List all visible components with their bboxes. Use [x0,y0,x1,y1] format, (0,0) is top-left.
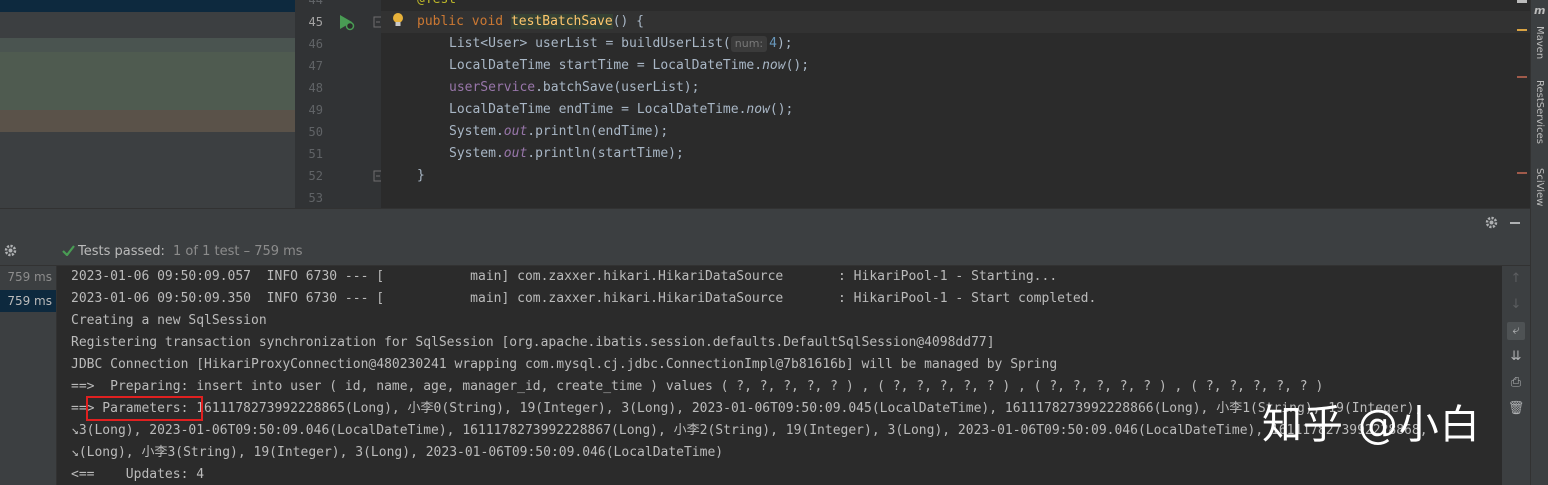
code-text: (); [769,102,794,117]
gear-icon[interactable] [1484,215,1499,230]
rest-services-tab[interactable]: RestServices [1534,80,1545,144]
code-line: } [417,168,425,183]
code-text: System. [449,124,504,139]
settings-gear-icon[interactable] [3,243,18,258]
line-number: 52 [308,169,323,183]
console-output[interactable]: 2023-01-06 09:50:09.057 INFO 6730 --- [ … [56,266,1502,485]
lightbulb-icon[interactable] [391,12,405,30]
line-number: 48 [308,81,323,95]
panel-row [0,132,295,208]
console-line: Creating a new SqlSession [71,313,267,328]
keyword: void [471,14,504,29]
checkmark-icon [62,245,75,256]
code-line: LocalDateTime endTime = LocalDateTime.no… [449,99,793,121]
run-panel-header [0,208,1530,236]
highlight-box [86,396,203,421]
number-literal: 4 [769,36,777,51]
editor-gutter: 44 45 46 47 48 49 50 51 52 53 [295,0,383,208]
parameter-hint: num: [730,36,768,52]
code-text: List<User> userList = buildUserList( [449,36,731,51]
line-number: 46 [308,37,323,51]
minimize-icon[interactable] [1510,222,1520,224]
project-panel [0,0,295,208]
code-text: System. [449,146,504,161]
code-line: userService.batchSave(userList); [449,77,699,99]
soft-wrap-icon[interactable]: ⤶ [1507,322,1525,340]
panel-row [0,12,295,38]
right-tool-window-bar: m Maven RestServices SciView [1530,0,1548,485]
code-text: ); [776,36,793,51]
line-number: 49 [308,103,323,117]
code-line: List<User> userList = buildUserList(num:… [449,33,793,55]
static-field: out [503,146,528,161]
line-number: 50 [308,125,323,139]
panel-row [0,52,295,110]
console-line: Registering transaction synchronization … [71,335,995,350]
sciview-tab[interactable]: SciView [1534,168,1545,206]
console-toolbar: ↑ ↓ ⤶ ⇊ ⎙ 🗑 [1502,266,1530,485]
console-line: <== Updates: 4 [71,467,205,482]
field-name: userService [449,80,536,95]
code-editor[interactable]: @Test public void testBatchSave() { List… [381,0,1530,208]
code-line: System.out.println(endTime); [449,121,668,143]
test-results-tree: 759 ms 759 ms [0,266,56,485]
code-text: (); [785,58,810,73]
line-number: 51 [308,147,323,161]
arrow-down-icon[interactable]: ↓ [1507,296,1525,314]
test-tree-item[interactable]: 759 ms [0,266,56,288]
console-line: ↘(Long), 小李3(String), 19(Integer), 3(Lon… [71,445,724,460]
code-line: System.out.println(startTime); [449,143,684,165]
line-number: 44 [308,0,323,7]
code-line: LocalDateTime startTime = LocalDateTime.… [449,55,809,77]
tests-passed-detail: 1 of 1 test – 759 ms [173,244,303,259]
scroll-marker [1517,0,1527,3]
panel-row [0,110,295,132]
keyword: public [417,14,464,29]
scroll-marker [1517,76,1527,78]
static-field: out [503,124,528,139]
console-line: 2023-01-06 09:50:09.057 INFO 6730 --- [ … [71,269,1058,284]
method-name: testBatchSave [510,14,613,29]
line-number: 47 [308,59,323,73]
code-text: .println(startTime); [527,146,684,161]
test-status-bar: Tests passed: 1 of 1 test – 759 ms [0,236,1530,266]
maven-tab[interactable]: Maven [1534,26,1545,59]
console-line: 2023-01-06 09:50:09.350 INFO 6730 --- [ … [71,291,1097,306]
watermark-text: 知乎 @小白 [1262,402,1481,448]
code-line: @Test [417,0,456,11]
print-icon[interactable]: ⎙ [1507,374,1525,392]
static-call: now [746,102,770,117]
console-line: ==> Parameters: 1611178273992228865(Long… [71,401,1423,416]
console-line: ==> Preparing: insert into user ( id, na… [71,379,1324,394]
code-line: public void testBatchSave() { [417,11,644,33]
scroll-to-end-icon[interactable]: ⇊ [1507,348,1525,366]
line-number: 53 [308,191,323,205]
run-test-icon[interactable] [337,13,355,31]
trash-icon[interactable]: 🗑 [1507,400,1525,418]
test-tree-item[interactable]: 759 ms [0,290,56,312]
code-text: .println(endTime); [527,124,669,139]
scroll-marker [1517,29,1527,31]
code-text: () { [612,14,644,29]
console-line: ↘3(Long), 2023-01-06T09:50:09.046(LocalD… [71,423,1428,438]
maven-m-icon[interactable]: m [1534,4,1545,17]
console-line: JDBC Connection [HikariProxyConnection@4… [71,357,1058,372]
panel-row [0,38,295,52]
arrow-up-icon[interactable]: ↑ [1507,270,1525,288]
static-call: now [762,58,786,73]
line-number: 45 [308,15,323,29]
code-text: LocalDateTime startTime = LocalDateTime. [449,58,763,73]
tests-passed-label: Tests passed: [78,244,165,259]
selected-row[interactable] [0,0,295,12]
code-text: .batchSave(userList); [535,80,700,95]
code-text: LocalDateTime endTime = LocalDateTime. [449,102,747,117]
scroll-marker [1517,172,1527,174]
